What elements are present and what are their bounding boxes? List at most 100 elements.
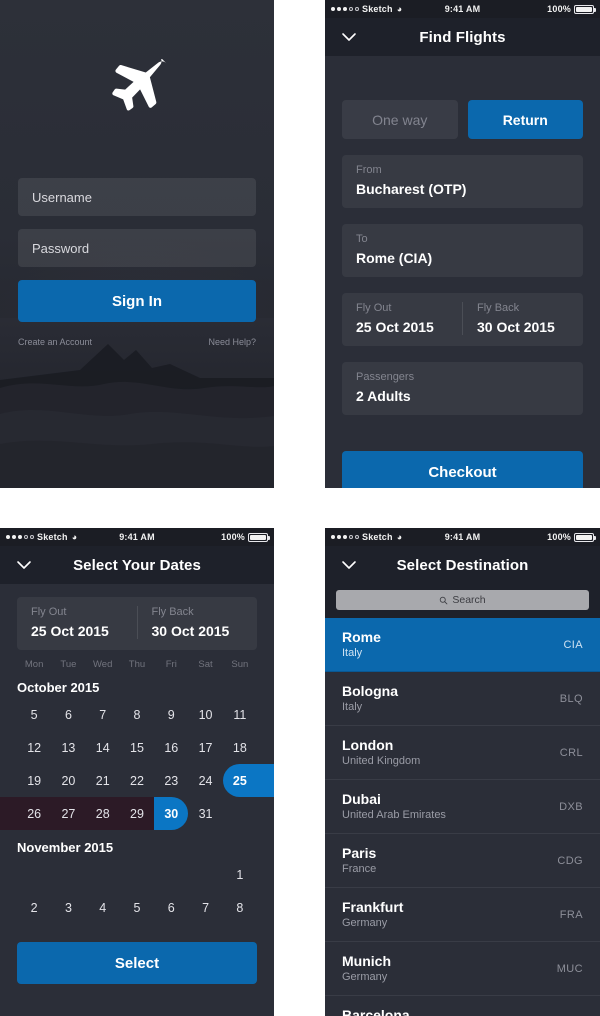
calendar-day[interactable]: 9	[154, 698, 188, 731]
calendar-day[interactable]: 26	[17, 797, 51, 830]
destination-row[interactable]: London United Kingdom CRL	[325, 726, 600, 780]
fly-out-field[interactable]: Fly Out 25 Oct 2015	[342, 302, 462, 335]
need-help-link[interactable]: Need Help?	[208, 337, 256, 347]
search-icon	[440, 596, 448, 604]
calendar-day[interactable]: 3	[51, 891, 85, 924]
chevron-down-icon[interactable]	[16, 557, 32, 573]
fly-back-field[interactable]: Fly Back 30 Oct 2015	[462, 302, 583, 335]
select-button[interactable]: Select	[17, 942, 257, 984]
calendar-day[interactable]: 20	[51, 764, 85, 797]
calendar-day[interactable]: 15	[120, 731, 154, 764]
destination-list: Rome Italy CIA Bologna Italy BLQ London United …	[325, 618, 600, 1016]
calendar-day[interactable]: 18	[223, 731, 257, 764]
destination-row[interactable]: Rome Italy CIA	[325, 618, 600, 672]
calendar-day[interactable]: 24	[188, 764, 222, 797]
weekday-tue: Tue	[60, 659, 77, 670]
calendar-day[interactable]: 19	[17, 764, 51, 797]
fly-back-field[interactable]: Fly Back 30 Oct 2015	[136, 606, 258, 639]
destination-row[interactable]: BarcelonaSpainBCA	[325, 996, 600, 1016]
search-placeholder: Search	[452, 594, 486, 606]
fly-back-label: Fly Back	[477, 302, 520, 314]
calendar-week-row: 26 27 28 29 30 31	[0, 797, 257, 830]
select-label: Select	[114, 954, 160, 972]
calendar-day[interactable]: 10	[188, 698, 222, 731]
login-links: Create an Account Need Help?	[18, 337, 256, 347]
calendar-day[interactable]: 12	[17, 731, 51, 764]
destination-country: Germany	[342, 971, 388, 984]
calendar-day[interactable]: 27	[51, 797, 85, 830]
destination-country: United Kingdom	[342, 755, 421, 768]
calendar-day[interactable]: 28	[86, 797, 120, 830]
destination-country: France	[342, 863, 377, 876]
calendar-day[interactable]: 1	[223, 858, 257, 891]
calendar-day[interactable]: 2	[17, 891, 51, 924]
calendar-day[interactable]: 13	[51, 731, 85, 764]
chevron-down-icon[interactable]	[341, 557, 357, 573]
passengers-field[interactable]: Passengers 2 Adults	[342, 362, 583, 415]
calendar-day[interactable]: 25	[223, 764, 257, 797]
calendar-day[interactable]: 31	[188, 797, 222, 830]
calendar-day-empty	[17, 858, 51, 891]
calendar-week-row: 2345678	[17, 891, 257, 924]
calendar-day[interactable]: 17	[188, 731, 222, 764]
checkout-button[interactable]: Checkout	[342, 451, 583, 488]
destination-row[interactable]: Dubai United Arab Emirates DXB	[325, 780, 600, 834]
destination-row[interactable]: Frankfurt Germany FRA	[325, 888, 600, 942]
from-field[interactable]: From Bucharest (OTP)	[342, 155, 583, 208]
calendar-day[interactable]: 16	[154, 731, 188, 764]
select-container: Select	[0, 924, 274, 984]
destination-row[interactable]: Munich Germany MUC	[325, 942, 600, 996]
month-title: November 2015	[17, 840, 114, 855]
destination-main: BarcelonaSpain	[342, 1007, 559, 1016]
screenshot-canvas: Username Password Sign In Create an Acco…	[0, 0, 600, 1016]
trip-type-segmented-control: One way Return	[342, 56, 583, 139]
one-way-button[interactable]: One way	[342, 100, 458, 139]
sign-in-button[interactable]: Sign In	[18, 280, 256, 322]
calendar-day[interactable]: 21	[86, 764, 120, 797]
status-bar: Sketch ◕ 9:41 AM 100%	[325, 0, 600, 18]
create-account-link[interactable]: Create an Account	[18, 337, 92, 347]
status-bar: Sketch ◕ 9:41 AM 100%	[325, 528, 600, 546]
destination-airport-code: BLQ	[559, 692, 583, 705]
month-title: October 2015	[17, 680, 100, 695]
calendar-day[interactable]: 6	[154, 891, 188, 924]
to-label: To	[356, 233, 368, 245]
calendar-day[interactable]: 5	[17, 698, 51, 731]
navigation-bar: Select Your Dates	[0, 546, 274, 584]
page-title: Find Flights	[419, 28, 506, 46]
calendar-week-row: 19 20 21 22 23 24 25	[17, 764, 274, 797]
username-input[interactable]: Username	[18, 178, 256, 216]
calendar-day[interactable]: 14	[86, 731, 120, 764]
passengers-label: Passengers	[356, 371, 415, 383]
calendar-day[interactable]: 29	[120, 797, 154, 830]
dates-summary: Fly Out 25 Oct 2015 Fly Back 30 Oct 2015	[17, 597, 257, 650]
calendar-day[interactable]: 4	[86, 891, 120, 924]
destination-row[interactable]: Bologna Italy BLQ	[325, 672, 600, 726]
return-button[interactable]: Return	[467, 100, 583, 139]
calendar-day[interactable]: 6	[51, 698, 85, 731]
destination-row[interactable]: Paris France CDG	[325, 834, 600, 888]
destination-airport-code: CRL	[559, 746, 583, 759]
calendar-day[interactable]: 8	[223, 891, 257, 924]
password-input[interactable]: Password	[18, 229, 256, 267]
to-field[interactable]: To Rome (CIA)	[342, 224, 583, 277]
fly-out-field[interactable]: Fly Out 25 Oct 2015	[17, 606, 137, 639]
calendar-day[interactable]: 5	[120, 891, 154, 924]
chevron-down-icon[interactable]	[341, 29, 357, 45]
calendar-day[interactable]: 7	[188, 891, 222, 924]
calendar-day[interactable]: 7	[86, 698, 120, 731]
calendar-day[interactable]: 23	[154, 764, 188, 797]
calendar-day-empty	[51, 858, 85, 891]
calendar-day[interactable]: 30	[154, 797, 188, 830]
calendar-day[interactable]: 8	[120, 698, 154, 731]
status-bar-right: 100%	[547, 4, 596, 14]
weekday-sat: Sat	[198, 659, 213, 670]
weekday-fri: Fri	[165, 659, 177, 670]
destination-airport-code: FRA	[559, 908, 583, 921]
destination-country: Germany	[342, 917, 388, 930]
calendar-months: October 2015 5 6 7 8 9 10 11 12 13 14 15 16 17 18 19 20 2…	[0, 680, 274, 924]
fly-out-value: 25 Oct 2015	[31, 623, 109, 639]
calendar-day[interactable]: 11	[223, 698, 257, 731]
calendar-day[interactable]: 22	[120, 764, 154, 797]
search-input[interactable]: Search	[336, 590, 589, 610]
